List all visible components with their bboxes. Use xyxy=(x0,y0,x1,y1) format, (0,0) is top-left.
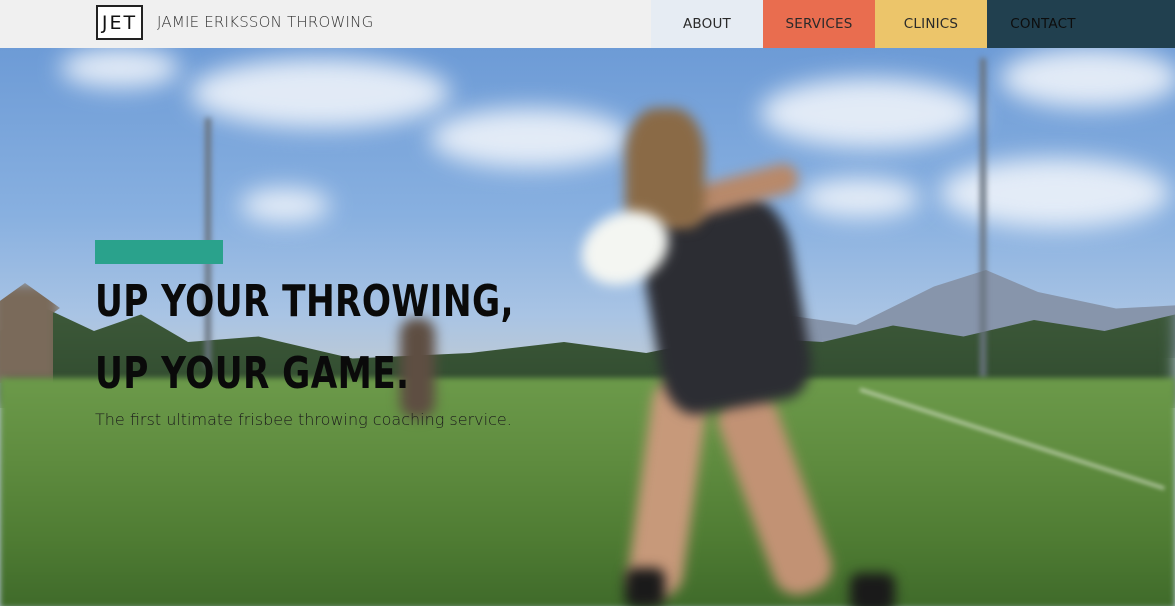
cloud xyxy=(60,48,180,88)
hero-headline: UP YOUR THROWING, UP YOUR GAME. xyxy=(95,266,514,410)
page: JET JAMIE ERIKSSON THROWING ABOUT SERVIC… xyxy=(0,0,1175,606)
site-name[interactable]: JAMIE ERIKSSON THROWING xyxy=(157,13,373,31)
cloud xyxy=(1000,48,1175,108)
hero-headline-line1: UP YOUR THROWING, xyxy=(95,276,514,327)
cloud xyxy=(190,58,450,128)
nav-filler xyxy=(1099,0,1175,48)
hero-accent-bar xyxy=(95,240,223,264)
light-pole xyxy=(980,58,986,378)
site-header: JET JAMIE ERIKSSON THROWING ABOUT SERVIC… xyxy=(0,0,1175,48)
cloud xyxy=(800,178,920,218)
cloud xyxy=(240,188,330,223)
cloud xyxy=(760,78,980,148)
cloud xyxy=(940,158,1170,228)
nav-contact[interactable]: CONTACT xyxy=(987,0,1099,48)
player-shoe xyxy=(625,568,665,606)
hero-tagline: The first ultimate frisbee throwing coac… xyxy=(95,410,512,429)
main-nav: ABOUT SERVICES CLINICS CONTACT xyxy=(651,0,1175,48)
hero-headline-line2: UP YOUR GAME. xyxy=(95,348,410,399)
cloud xyxy=(430,108,630,168)
nav-about[interactable]: ABOUT xyxy=(651,0,763,48)
logo[interactable]: JET xyxy=(96,5,143,40)
nav-clinics[interactable]: CLINICS xyxy=(875,0,987,48)
nav-services[interactable]: SERVICES xyxy=(763,0,875,48)
player-shoe xyxy=(850,573,895,606)
